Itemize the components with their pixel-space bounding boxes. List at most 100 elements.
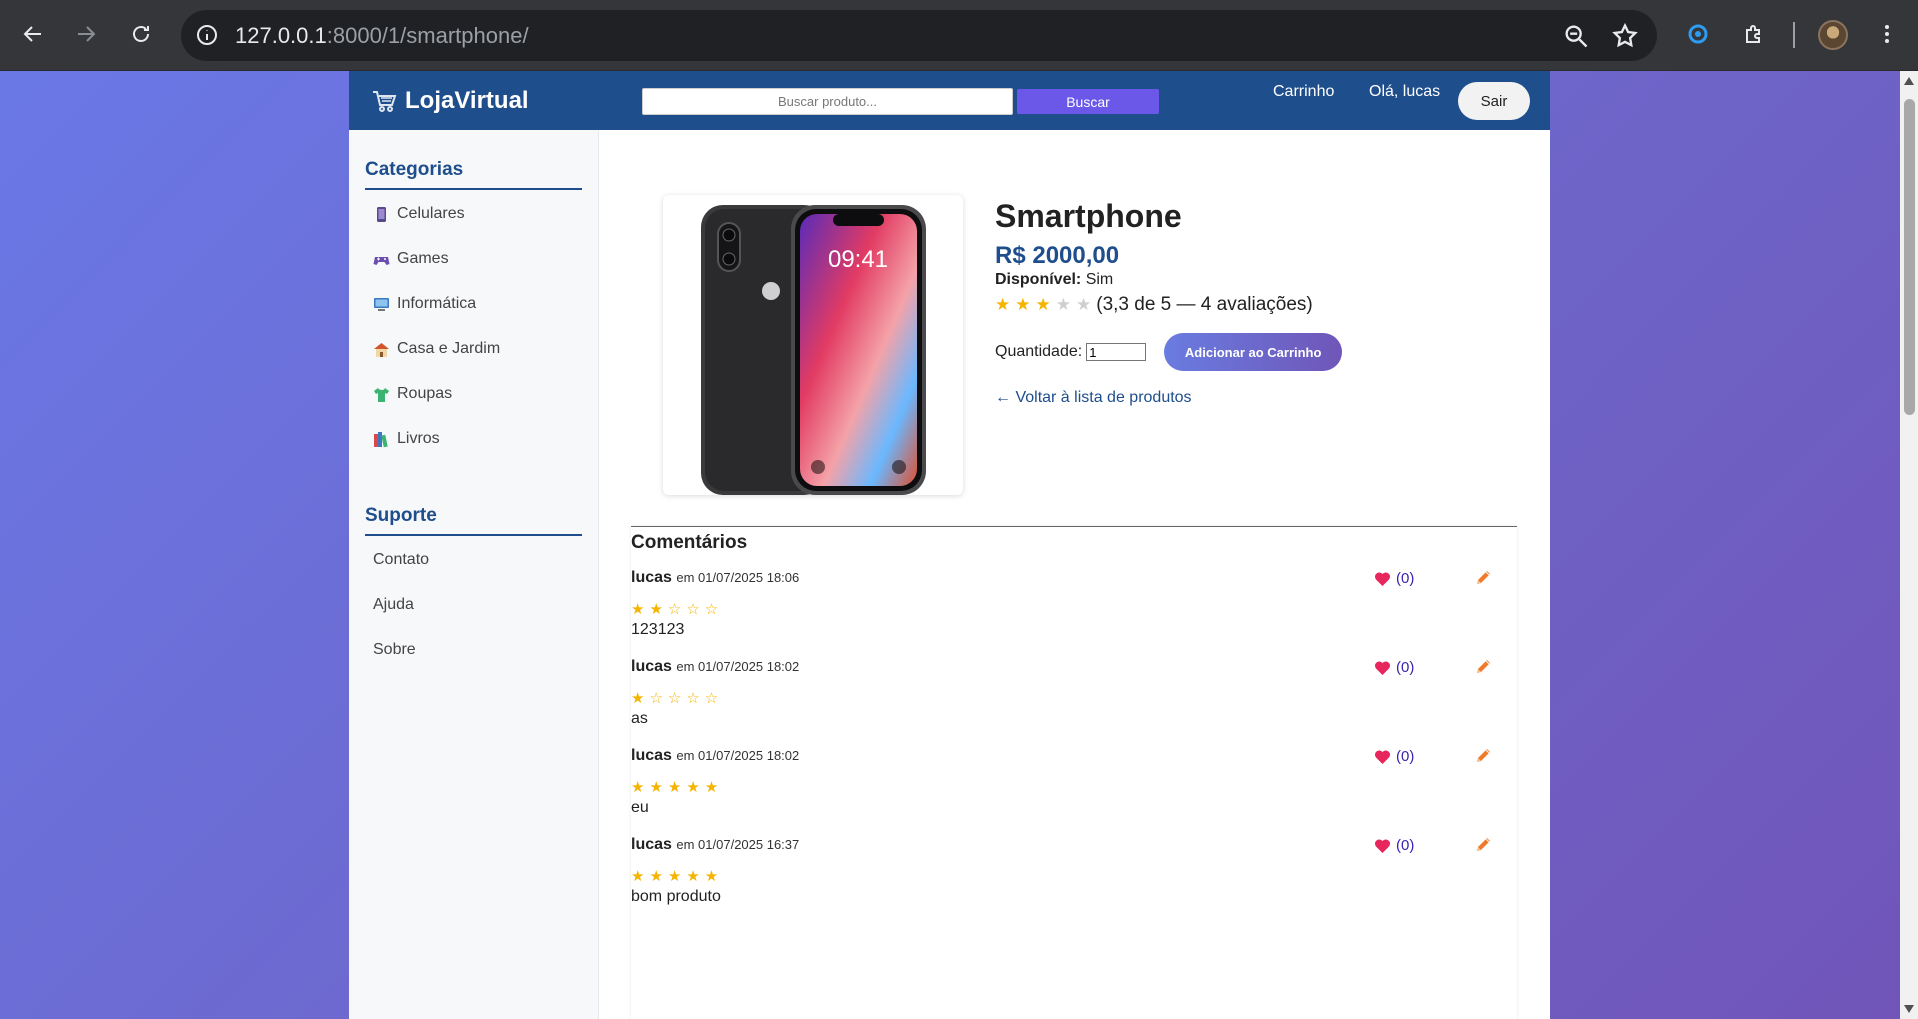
edit-pencil-icon[interactable] — [1474, 568, 1493, 587]
sidebar-item-ajuda[interactable]: Ajuda — [373, 596, 414, 614]
sidebar-item-livros[interactable]: Livros — [373, 430, 440, 448]
like-button[interactable]: (0) — [1374, 570, 1414, 587]
comment-author: lucas em 01/07/2025 16:37 — [631, 836, 800, 853]
url-text[interactable]: 127.0.0.1:8000/1/smartphone/ — [235, 23, 529, 49]
like-button[interactable]: (0) — [1374, 659, 1414, 676]
star-icon: ★ — [1035, 295, 1051, 314]
like-count: (0) — [1396, 748, 1415, 765]
toolbar-divider — [1793, 22, 1795, 48]
star-icon: ★ — [1015, 295, 1031, 314]
comment-date: em 01/07/2025 18:02 — [676, 748, 800, 763]
logout-button[interactable]: Sair — [1458, 82, 1530, 120]
scroll-down-arrow-icon[interactable] — [1904, 1005, 1914, 1013]
site-logo[interactable]: LojaVirtual — [371, 87, 529, 115]
product-image: 09:41 — [663, 195, 963, 495]
scroll-up-arrow-icon[interactable] — [1904, 77, 1914, 85]
sidebar-item-label: Ajuda — [373, 596, 414, 613]
like-count: (0) — [1396, 659, 1415, 676]
zoom-icon[interactable] — [1562, 22, 1590, 50]
comment-item: lucas em 01/07/2025 18:06 (0) ★★☆☆☆ 1231… — [631, 569, 1517, 658]
sidebar-item-casa-e-jardim[interactable]: Casa e Jardim — [373, 340, 500, 358]
sidebar-item-label: Casa e Jardim — [397, 340, 501, 357]
reload-icon[interactable] — [121, 14, 161, 54]
sidebar-item-celulares[interactable]: Celulares — [373, 205, 465, 223]
sidebar-item-games[interactable]: Games — [373, 250, 449, 268]
product-rating: ★ ★ ★ ★ ★ (3,3 de 5 — 4 avaliações) — [995, 294, 1313, 316]
heart-icon — [1374, 660, 1391, 675]
edit-pencil-icon[interactable] — [1474, 835, 1493, 854]
computer-icon — [373, 296, 390, 313]
comment-stars: ★★★★★ — [631, 868, 724, 885]
comments-title: Comentários — [631, 532, 748, 553]
quantity-label: Quantidade: — [995, 343, 1083, 360]
page-container: LojaVirtual Buscar Carrinho Olá, lucas S… — [349, 71, 1550, 1019]
menu-kebab-icon[interactable] — [1871, 18, 1903, 50]
cart-logo-icon — [371, 88, 397, 114]
sidebar-item-label: Informática — [397, 295, 477, 312]
comment-item: lucas em 01/07/2025 16:37 (0) ★★★★★ bom … — [631, 836, 1517, 925]
site-header: LojaVirtual Buscar Carrinho Olá, lucas S… — [349, 71, 1550, 130]
comment-author: lucas em 01/07/2025 18:02 — [631, 747, 800, 764]
address-bar[interactable]: 127.0.0.1:8000/1/smartphone/ — [181, 10, 1657, 61]
comment-stars: ★★★★★ — [631, 779, 724, 796]
comment-text: 123123 — [631, 621, 685, 638]
sidebar-item-label: Contato — [373, 551, 430, 568]
comment-date: em 01/07/2025 18:06 — [676, 570, 800, 585]
sidebar-item-roupas[interactable]: Roupas — [373, 385, 452, 403]
cart-link[interactable]: Carrinho — [1273, 83, 1334, 101]
phone-icon — [373, 206, 390, 223]
comment-stars: ★☆☆☆☆ — [631, 690, 724, 707]
books-icon — [373, 431, 390, 448]
sidebar-item-sobre[interactable]: Sobre — [373, 641, 416, 659]
sidebar-item-contato[interactable]: Contato — [373, 551, 429, 569]
sidebar-item-label: Games — [397, 250, 449, 267]
heart-icon — [1374, 749, 1391, 764]
bookmark-star-icon[interactable] — [1611, 22, 1639, 50]
edit-pencil-icon[interactable] — [1474, 657, 1493, 676]
comment-item: lucas em 01/07/2025 18:02 (0) ★☆☆☆☆ as — [631, 658, 1517, 747]
extensions-puzzle-icon[interactable] — [1738, 18, 1770, 50]
browser-toolbar: 127.0.0.1:8000/1/smartphone/ — [0, 0, 1918, 71]
support-heading: Suporte — [365, 505, 582, 536]
sidebar-item-informatica[interactable]: Informática — [373, 295, 476, 313]
user-greeting[interactable]: Olá, lucas — [1369, 83, 1440, 101]
like-button[interactable]: (0) — [1374, 748, 1414, 765]
search-button[interactable]: Buscar — [1017, 89, 1159, 114]
comment-text: as — [631, 710, 648, 727]
back-to-list-link[interactable]: ← Voltar à lista de produtos — [995, 389, 1192, 407]
star-icon: ★ — [1055, 295, 1071, 314]
comment-date: em 01/07/2025 18:02 — [676, 659, 800, 674]
heart-icon — [1374, 838, 1391, 853]
heart-icon — [1374, 571, 1391, 586]
site-info-icon[interactable] — [195, 23, 219, 47]
page-viewport: LojaVirtual Buscar Carrinho Olá, lucas S… — [0, 71, 1900, 1019]
quantity-input[interactable] — [1086, 343, 1147, 361]
add-to-cart-button[interactable]: Adicionar ao Carrinho — [1164, 333, 1343, 371]
sidebar-item-label: Sobre — [373, 641, 416, 658]
gamepad-icon — [373, 251, 390, 268]
edit-pencil-icon[interactable] — [1474, 746, 1493, 765]
like-button[interactable]: (0) — [1374, 837, 1414, 854]
availability-label: Disponível: — [995, 271, 1082, 288]
back-icon[interactable] — [13, 14, 53, 54]
comment-author: lucas em 01/07/2025 18:06 — [631, 569, 800, 586]
star-icon: ★ — [995, 295, 1011, 314]
logo-text: LojaVirtual — [405, 87, 529, 114]
profile-avatar[interactable] — [1818, 20, 1848, 50]
like-count: (0) — [1396, 837, 1415, 854]
svg-text:09:41: 09:41 — [828, 246, 888, 273]
star-icon: ★ — [1076, 295, 1092, 314]
extension-icon[interactable] — [1682, 18, 1714, 50]
sidebar-item-label: Roupas — [397, 385, 453, 402]
like-count: (0) — [1396, 570, 1415, 587]
sidebar-item-label: Livros — [397, 430, 440, 447]
search-input[interactable] — [642, 88, 1013, 115]
sidebar: Categorias Celulares Games Informática C… — [349, 130, 599, 1019]
scrollbar-thumb[interactable] — [1904, 99, 1915, 415]
comment-date: em 01/07/2025 16:37 — [676, 837, 800, 852]
comment-text: bom produto — [631, 888, 721, 905]
rating-summary: (3,3 de 5 — 4 avaliações) — [1096, 294, 1313, 315]
page-scrollbar[interactable] — [1900, 71, 1918, 1019]
availability: Disponível: Sim — [995, 271, 1113, 289]
forward-icon[interactable] — [66, 14, 106, 54]
